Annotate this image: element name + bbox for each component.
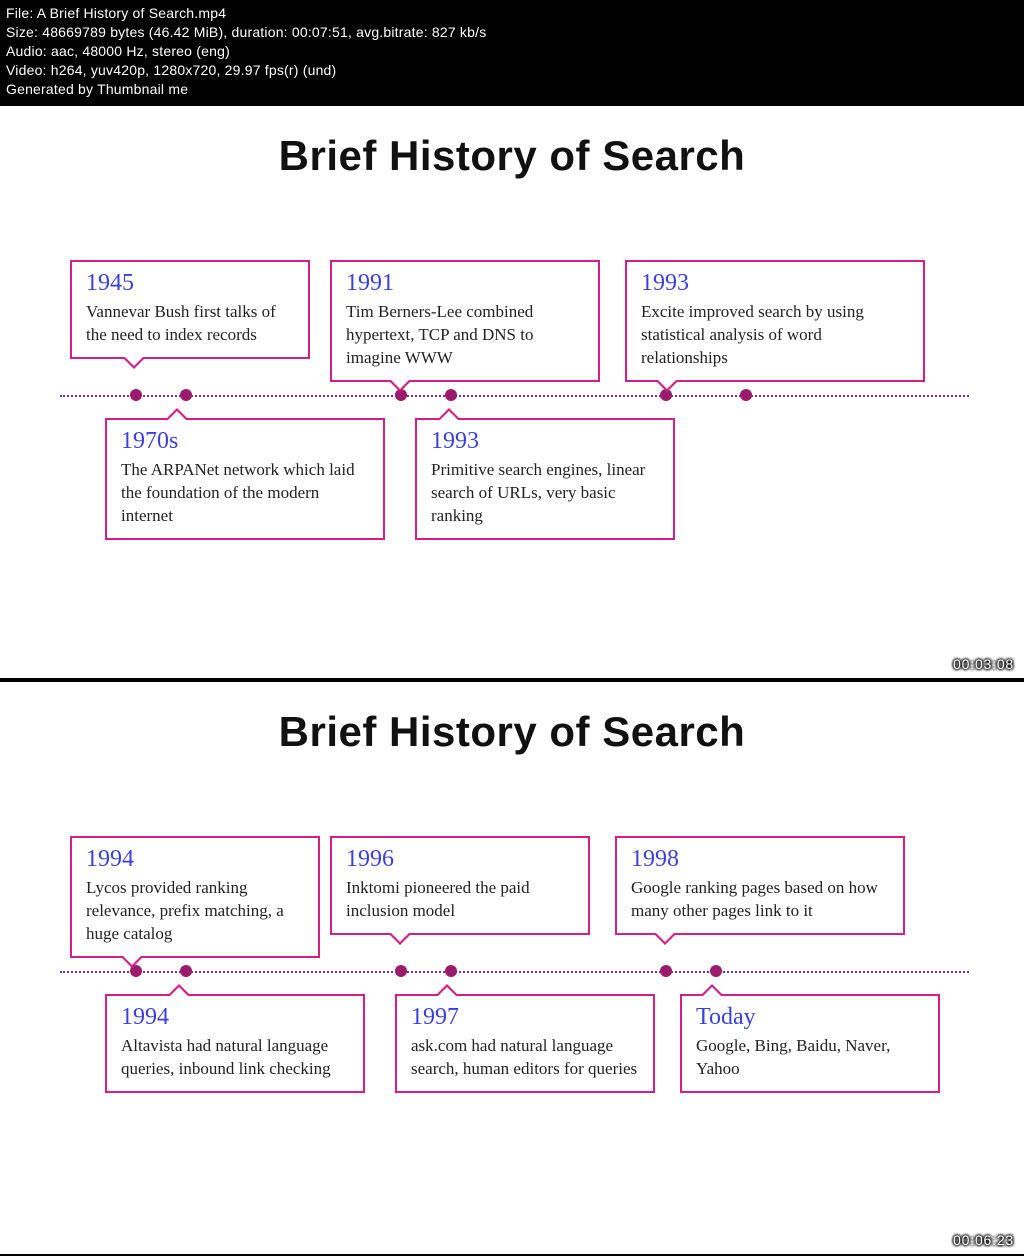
- callout-year: 1993: [431, 428, 661, 455]
- timeline-callout: 1996 Inktomi pioneered the paid inclusion…: [330, 836, 590, 935]
- callout-description: Lycos provided ranking relevance, prefix…: [86, 877, 306, 946]
- meta-size: Size: 48669789 bytes (46.42 MiB), durati…: [6, 23, 1018, 42]
- callout-description: Inktomi pioneered the paid inclusion mod…: [346, 877, 576, 923]
- timeline-dot: [445, 389, 457, 401]
- timeline-callout: 1997 ask.com had natural language search,…: [395, 994, 655, 1093]
- thumbnail-grid: Brief History of Search 00:03:08 1945 Van…: [0, 104, 1024, 1256]
- callout-description: Google, Bing, Baidu, Naver, Yahoo: [696, 1035, 926, 1081]
- callout-year: 1994: [121, 1004, 351, 1031]
- meta-audio: Audio: aac, 48000 Hz, stereo (eng): [6, 42, 1018, 61]
- callout-year: 1970s: [121, 428, 371, 455]
- timeline-callout: 1994 Altavista had natural language queri…: [105, 994, 365, 1093]
- timeline-callout: 1970s The ARPANet network which laid the …: [105, 418, 385, 540]
- slide-title: Brief History of Search: [0, 708, 1024, 756]
- callout-description: Google ranking pages based on how many o…: [631, 877, 891, 923]
- meta-video: Video: h264, yuv420p, 1280x720, 29.97 fp…: [6, 61, 1018, 80]
- timeline-dotted-line: [60, 395, 969, 397]
- timeline-callout: 1993 Excite improved search by using stat…: [625, 260, 925, 382]
- meta-generator: Generated by Thumbnail me: [6, 80, 1018, 99]
- timeline-dotted-line: [60, 971, 969, 973]
- timeline-callout: 1998 Google ranking pages based on how ma…: [615, 836, 905, 935]
- timeline-dot: [445, 965, 457, 977]
- timeline-dot: [710, 965, 722, 977]
- meta-file: File: A Brief History of Search.mp4: [6, 4, 1018, 23]
- video-metadata-header: File: A Brief History of Search.mp4 Size…: [0, 0, 1024, 104]
- callout-description: The ARPANet network which laid the found…: [121, 459, 371, 528]
- callout-description: ask.com had natural language search, hum…: [411, 1035, 641, 1081]
- timeline-axis: [0, 386, 1024, 406]
- callout-description: Tim Berners-Lee combined hypertext, TCP …: [346, 301, 586, 370]
- timeline-callout: 1991 Tim Berners-Lee combined hypertext, …: [330, 260, 600, 382]
- callout-year: 1996: [346, 846, 576, 873]
- thumbnail-frame[interactable]: Brief History of Search 00:06:23 1994Lyc…: [0, 682, 1024, 1254]
- callout-year: 1945: [86, 270, 296, 297]
- timeline-callout: 1945 Vannevar Bush first talks of the nee…: [70, 260, 310, 359]
- slide-title: Brief History of Search: [0, 132, 1024, 180]
- timeline-axis: [0, 962, 1024, 982]
- timeline-callout: 1993 Primitive search engines, linear sea…: [415, 418, 675, 540]
- callout-year: 1998: [631, 846, 891, 873]
- callout-year: 1991: [346, 270, 586, 297]
- callout-year: 1993: [641, 270, 911, 297]
- timeline-dot: [395, 965, 407, 977]
- timeline-callout: Today Google, Bing, Baidu, Naver, Yahoo: [680, 994, 940, 1093]
- thumbnail-timestamp: 00:03:08: [953, 656, 1014, 672]
- callout-description: Vannevar Bush first talks of the need to…: [86, 301, 296, 347]
- callout-year: 1994: [86, 846, 306, 873]
- callout-description: Altavista had natural language queries, …: [121, 1035, 351, 1081]
- callout-year: 1997: [411, 1004, 641, 1031]
- timeline-callout: 1994 Lycos provided ranking relevance, pr…: [70, 836, 320, 958]
- callout-description: Primitive search engines, linear search …: [431, 459, 661, 528]
- timeline-dot: [130, 389, 142, 401]
- timeline-dot: [180, 965, 192, 977]
- timeline-dot: [180, 389, 192, 401]
- callout-year: Today: [696, 1004, 926, 1031]
- timeline-dot: [660, 965, 672, 977]
- thumbnail-frame[interactable]: Brief History of Search 00:03:08 1945 Van…: [0, 106, 1024, 678]
- timeline-dot: [740, 389, 752, 401]
- callout-description: Excite improved search by using statisti…: [641, 301, 911, 370]
